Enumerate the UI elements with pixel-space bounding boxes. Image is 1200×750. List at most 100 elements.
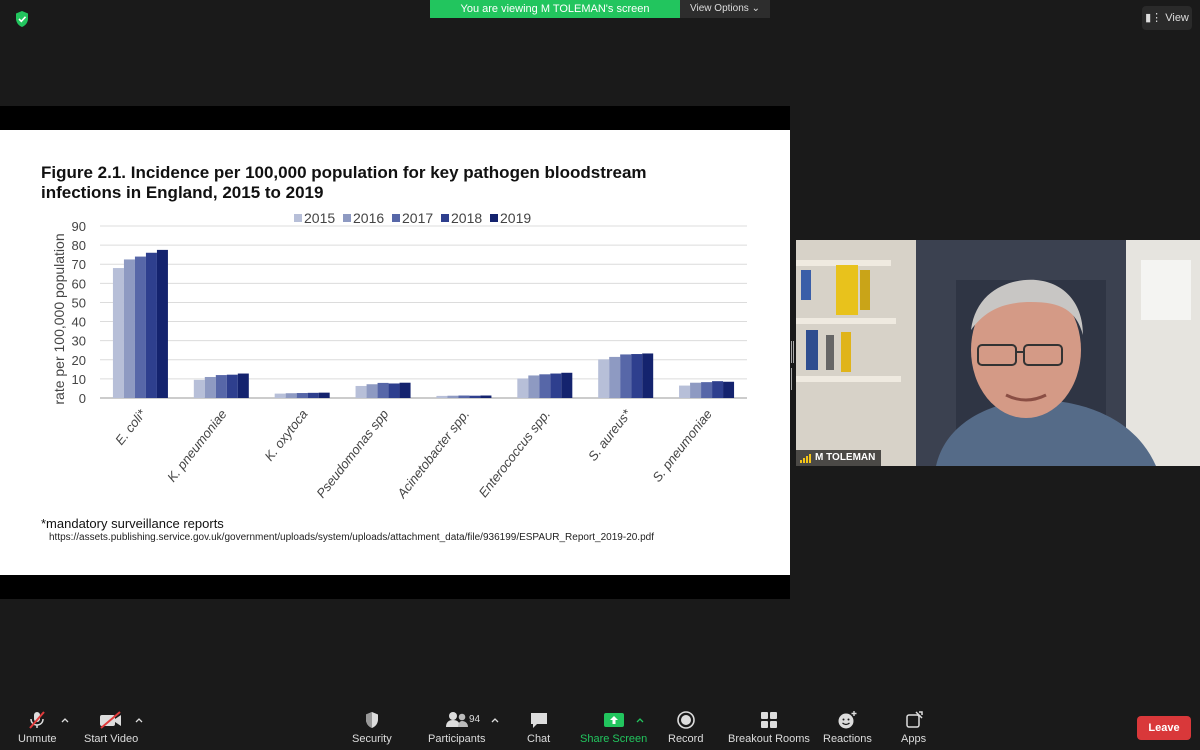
- x-tick-label: K. pneumoniae: [164, 407, 230, 485]
- chevron-up-icon[interactable]: [60, 715, 70, 725]
- apps-icon: [905, 711, 923, 728]
- legend-swatch: [343, 214, 351, 222]
- x-tick-label: Acinetobacter spp.: [394, 407, 473, 502]
- participant-name-tag: M TOLEMAN: [796, 450, 882, 466]
- bar: [598, 359, 610, 398]
- share-screen-label: Share Screen: [580, 733, 648, 745]
- legend-swatch: [441, 214, 449, 222]
- bar: [528, 375, 540, 398]
- x-tick-label: Pseudomonas spp: [313, 407, 391, 501]
- chevron-up-icon[interactable]: [490, 715, 500, 725]
- x-tick-label: E. coli*: [112, 406, 149, 448]
- presentation-slide: 0 10 20 30 40 50 60 70 80 90 E. coli* K. pneumoniae…: [0, 130, 790, 575]
- x-tick-label: S. pneumoniae: [649, 407, 715, 485]
- participants-label: Participants: [428, 733, 486, 745]
- record-icon: [676, 711, 695, 729]
- unmute-button[interactable]: Unmute: [18, 710, 57, 748]
- bar: [436, 395, 448, 398]
- footnote: *mandatory surveillance reports: [41, 516, 224, 531]
- legend-swatch: [294, 214, 302, 222]
- start-video-button[interactable]: Start Video: [84, 710, 138, 748]
- leave-button[interactable]: Leave: [1137, 716, 1191, 740]
- video-camera-off-icon: [100, 711, 122, 729]
- share-screen-icon: [603, 713, 624, 727]
- chat-bubble-icon: [530, 713, 547, 728]
- bar: [318, 392, 330, 398]
- participant-video-tile[interactable]: M TOLEMAN: [796, 240, 1200, 466]
- bar: [193, 379, 205, 398]
- bar: [631, 354, 643, 398]
- shield-icon: [365, 712, 378, 728]
- breakout-rooms-button[interactable]: Breakout Rooms: [728, 710, 810, 748]
- bar: [399, 382, 411, 398]
- y-tick-label: 50: [72, 295, 86, 310]
- viewing-screen-banner: You are viewing M TOLEMAN's screen: [430, 0, 680, 18]
- chevron-up-icon[interactable]: [134, 715, 144, 725]
- bar: [712, 381, 724, 398]
- breakout-rooms-icon: [760, 712, 777, 728]
- participant-video-image: [796, 240, 1200, 466]
- bar: [274, 393, 286, 398]
- bar: [620, 354, 632, 398]
- view-options-label: View Options: [690, 3, 749, 14]
- bar: [561, 372, 573, 398]
- y-axis-label: rate per 100,000 population: [51, 233, 67, 404]
- participants-icon: [445, 712, 468, 727]
- source-url: https://assets.publishing.service.gov.uk…: [49, 532, 654, 543]
- smiley-plus-icon: [838, 711, 857, 729]
- legend-label: 2019: [500, 210, 531, 226]
- legend-label: 2017: [402, 210, 433, 226]
- y-tick-label: 80: [72, 238, 86, 253]
- x-tick-label: S. aureus*: [585, 406, 635, 464]
- legend-label: 2015: [304, 210, 335, 226]
- participant-name: M TOLEMAN: [815, 452, 876, 463]
- view-button[interactable]: ▮⋮ View: [1142, 6, 1192, 30]
- legend-label: 2016: [353, 210, 384, 226]
- chat-button[interactable]: Chat: [527, 710, 550, 748]
- bar: [226, 374, 238, 398]
- bar: [517, 378, 529, 398]
- bar: [215, 375, 227, 398]
- y-tick-label: 90: [72, 219, 86, 234]
- view-label: View: [1165, 12, 1189, 24]
- slide-title: Figure 2.1. Incidence per 100,000 popula…: [41, 163, 647, 202]
- bar: [539, 374, 551, 398]
- legend-label: 2018: [451, 210, 482, 226]
- y-tick-label: 30: [72, 334, 86, 349]
- chat-label: Chat: [527, 733, 551, 745]
- unmute-label: Unmute: [18, 733, 57, 745]
- legend-swatch: [490, 214, 498, 222]
- bar: [458, 395, 470, 398]
- record-label: Record: [668, 733, 704, 745]
- bar: [469, 395, 481, 398]
- y-tick-label: 60: [72, 276, 86, 291]
- security-label: Security: [352, 733, 392, 745]
- y-tick-label: 0: [79, 391, 86, 406]
- security-button[interactable]: Security: [352, 710, 392, 748]
- bar: [550, 373, 562, 398]
- bar: [447, 395, 459, 398]
- apps-label: Apps: [901, 733, 927, 745]
- signal-strength-icon: [800, 453, 811, 463]
- bar: [307, 392, 319, 398]
- apps-button[interactable]: Apps: [901, 710, 926, 748]
- y-tick-label: 70: [72, 257, 86, 272]
- bar: [701, 382, 713, 398]
- record-button[interactable]: Record: [668, 710, 703, 748]
- bar: [296, 393, 308, 398]
- chevron-up-icon[interactable]: [635, 715, 645, 725]
- microphone-muted-icon: [29, 711, 46, 729]
- y-tick-label: 20: [72, 353, 86, 368]
- view-layout-icon: ▮⋮: [1145, 12, 1163, 24]
- reactions-button[interactable]: Reactions: [823, 710, 872, 748]
- panel-resize-handle[interactable]: [791, 341, 795, 390]
- bar: [204, 376, 216, 398]
- bar: [145, 252, 157, 398]
- bar: [366, 384, 378, 398]
- reactions-label: Reactions: [823, 733, 872, 745]
- bar: [285, 393, 297, 398]
- view-options-button[interactable]: View Options ⌄: [680, 0, 770, 18]
- start-video-label: Start Video: [84, 733, 139, 745]
- security-shield-icon[interactable]: [11, 8, 33, 30]
- y-tick-label: 40: [72, 315, 86, 330]
